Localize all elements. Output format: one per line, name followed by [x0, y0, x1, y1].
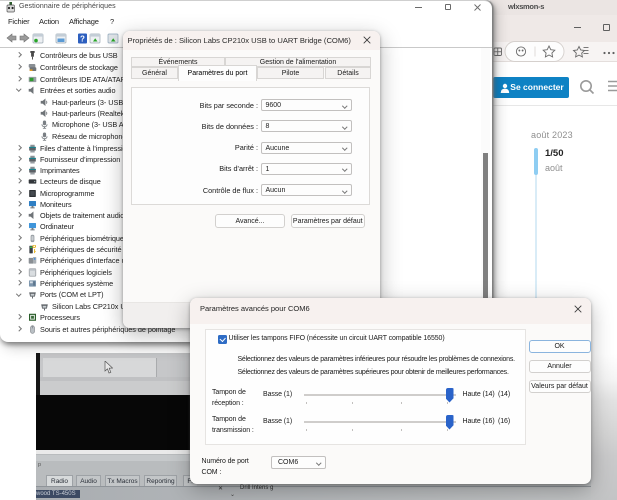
svg-text:?: ?	[80, 35, 85, 44]
